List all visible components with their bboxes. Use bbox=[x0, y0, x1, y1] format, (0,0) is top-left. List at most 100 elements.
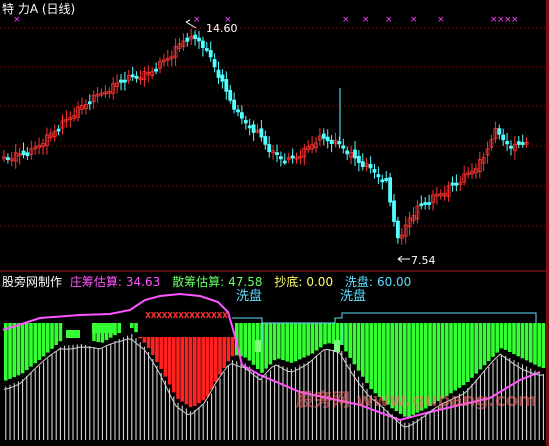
candle-body bbox=[345, 150, 350, 155]
candle-body bbox=[423, 202, 428, 205]
green-bar bbox=[487, 323, 491, 361]
candle-body bbox=[193, 34, 198, 40]
x-marker-icon bbox=[156, 311, 162, 319]
green-bar bbox=[344, 323, 348, 352]
green-bar bbox=[461, 323, 466, 386]
wash-outline bbox=[232, 312, 537, 324]
x-marker-icon bbox=[194, 311, 201, 319]
candle-body bbox=[368, 164, 373, 169]
candle-body bbox=[454, 182, 459, 186]
green-bar bbox=[314, 323, 319, 351]
candle-body bbox=[325, 136, 330, 142]
sc-estimate: 散筹估算: 47.58 bbox=[172, 275, 266, 289]
green-bar bbox=[499, 323, 504, 349]
green-bar bbox=[54, 323, 58, 346]
red-bar bbox=[201, 337, 205, 401]
green-bar bbox=[264, 323, 268, 369]
candle-body bbox=[337, 140, 342, 145]
candle-body bbox=[21, 150, 26, 156]
x-marker-icon bbox=[189, 311, 195, 319]
green-bar bbox=[302, 323, 306, 358]
x-marker-icon bbox=[167, 311, 173, 319]
red-bar bbox=[180, 337, 184, 402]
candlestick-chart[interactable] bbox=[2, 29, 529, 245]
green-bar bbox=[466, 323, 470, 382]
candle-body bbox=[204, 48, 209, 51]
red-bar bbox=[205, 337, 210, 397]
red-bar bbox=[138, 337, 142, 339]
candle-body bbox=[154, 68, 159, 72]
green-bar bbox=[508, 323, 512, 352]
x-marker-icon bbox=[178, 311, 184, 319]
stock-title: 特 力A (日线) bbox=[2, 2, 76, 16]
candle-body bbox=[25, 152, 30, 157]
candle-body bbox=[224, 79, 229, 92]
candle-body bbox=[243, 119, 248, 124]
red-bar bbox=[146, 337, 151, 348]
candle-body bbox=[278, 156, 283, 160]
green-bar bbox=[50, 323, 54, 349]
green-bar bbox=[16, 323, 21, 376]
green-bar bbox=[512, 323, 516, 355]
red-bar bbox=[188, 337, 193, 408]
wash-tag-1: 洗盘 bbox=[236, 289, 263, 304]
indicator-chart[interactable] bbox=[2, 292, 546, 440]
candle-body bbox=[236, 109, 240, 113]
candle-body bbox=[290, 155, 295, 159]
candle-body bbox=[419, 203, 424, 207]
red-bar bbox=[226, 337, 231, 362]
zc-label: 庄筹估算: bbox=[69, 275, 122, 289]
candle-body bbox=[200, 40, 205, 48]
green-bar bbox=[474, 323, 478, 374]
candle-body bbox=[372, 169, 377, 173]
green-bar bbox=[268, 323, 273, 365]
high-price-label: 14.60 bbox=[206, 22, 238, 35]
candle-body bbox=[392, 200, 396, 222]
candle-body bbox=[220, 74, 225, 82]
cd-value: 0.00 bbox=[306, 275, 334, 289]
green-bar bbox=[482, 323, 487, 366]
x-marker-icon bbox=[216, 311, 223, 319]
green-bar bbox=[281, 323, 285, 361]
candle-body bbox=[208, 50, 213, 58]
green-bar bbox=[319, 323, 323, 348]
green-bar bbox=[356, 323, 361, 371]
green-bar bbox=[20, 323, 25, 374]
arrow-icon bbox=[397, 255, 410, 263]
green-bar bbox=[130, 323, 134, 328]
chart-canvas[interactable] bbox=[0, 0, 549, 446]
candle-body bbox=[267, 144, 272, 153]
candle-body bbox=[212, 59, 217, 68]
candle-body bbox=[119, 79, 123, 83]
green-bar bbox=[537, 323, 541, 367]
candle-body bbox=[395, 220, 400, 239]
red-bar bbox=[167, 337, 172, 385]
green-bar bbox=[46, 323, 50, 353]
green-bar bbox=[440, 323, 445, 399]
xp-value-group: 洗盘: 60.00 bbox=[345, 275, 415, 289]
green-bar bbox=[369, 323, 373, 390]
zc-value: 34.63 bbox=[125, 275, 161, 289]
indicator-legend: 股旁网制作 庄筹估算: 34.63 散筹估算: 47.58 抄底: 0.00 洗盘: 6… bbox=[2, 275, 419, 289]
green-bar bbox=[453, 323, 457, 391]
green-bar bbox=[8, 323, 12, 379]
candle-body bbox=[275, 152, 279, 155]
green-bar bbox=[323, 323, 327, 345]
buy-signal-block bbox=[255, 340, 261, 352]
green-bar bbox=[272, 323, 277, 361]
green-bar bbox=[117, 323, 121, 334]
green-block bbox=[92, 323, 114, 333]
green-bar bbox=[277, 323, 281, 359]
x-marker-icon: × bbox=[511, 15, 519, 25]
x-marker-icon bbox=[183, 311, 190, 319]
x-marker-icon bbox=[211, 311, 217, 319]
green-bar bbox=[4, 323, 8, 381]
candle-body bbox=[450, 182, 455, 186]
candle-body bbox=[185, 37, 190, 42]
buy-signal-block bbox=[334, 340, 340, 352]
red-bar bbox=[155, 337, 159, 362]
sc-label: 散筹估算: bbox=[172, 275, 225, 289]
candle-body bbox=[356, 155, 361, 163]
candle-body bbox=[232, 99, 237, 110]
candle-body bbox=[516, 141, 521, 145]
